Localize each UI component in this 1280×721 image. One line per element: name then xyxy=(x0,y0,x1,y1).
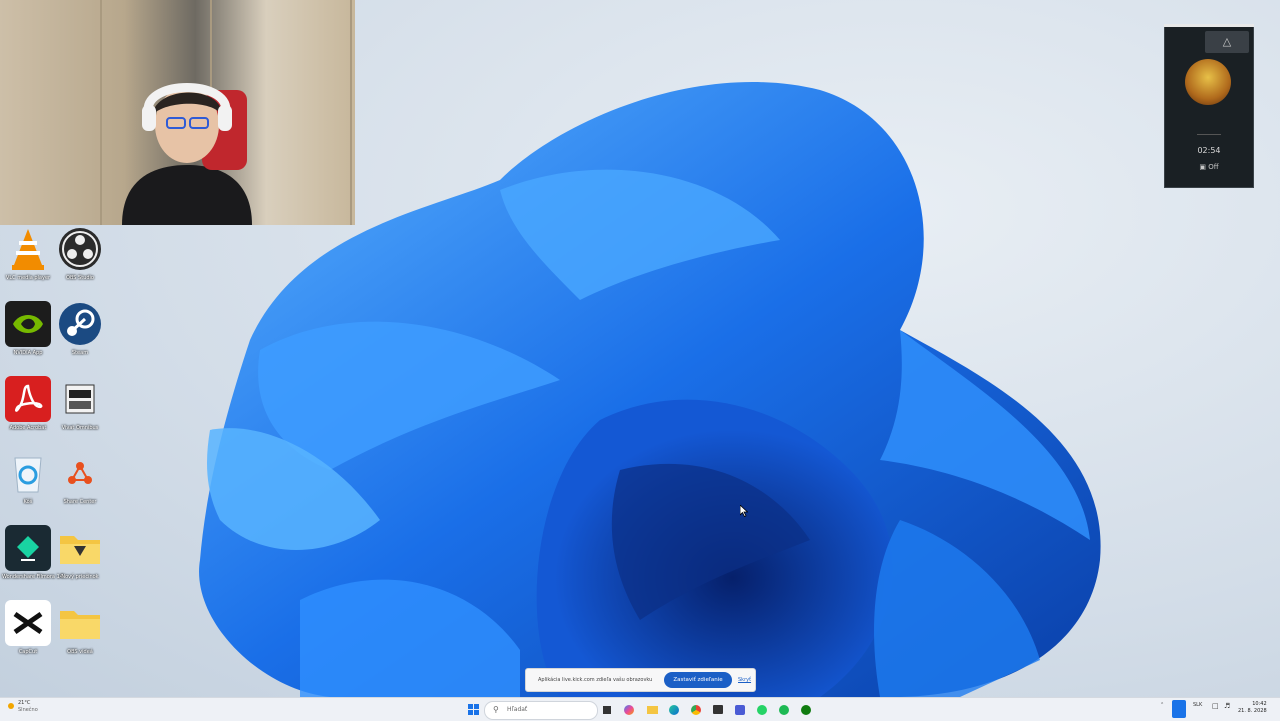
recycle-bin-icon xyxy=(5,450,51,496)
share-icon xyxy=(57,450,103,496)
task-view-icon xyxy=(603,705,611,714)
nvidia-icon xyxy=(5,301,51,347)
vlc-icon xyxy=(5,226,51,272)
folder-icon xyxy=(57,525,103,571)
desktop-icon-label: Adobe Acrobat xyxy=(9,425,47,431)
terminal-icon xyxy=(735,704,745,715)
chevron-up-icon[interactable]: ⌃ xyxy=(1160,702,1164,708)
clock-time: 10:42 xyxy=(1252,701,1267,707)
desktop-icon-label: OBS Studio xyxy=(66,275,94,281)
sun-icon xyxy=(8,703,14,709)
stream-overlay-widget: △ 02:54 ▣ Off xyxy=(1164,24,1254,188)
edge-button[interactable] xyxy=(667,702,681,717)
task-view-button[interactable] xyxy=(600,702,614,717)
desktop-icon-acrobat[interactable]: Adobe Acrobat xyxy=(2,376,54,431)
obs-icon xyxy=(57,226,103,272)
terminal-button[interactable] xyxy=(733,702,747,717)
steam-icon xyxy=(57,301,103,347)
desktop-icon-filmora[interactable]: Wondershare Filmora 14 xyxy=(2,525,63,580)
volume-icon[interactable]: ♬ xyxy=(1224,702,1230,710)
desktop-icon-steam[interactable]: Steam xyxy=(54,301,106,356)
desktop-icon-label: OBS videá xyxy=(67,649,93,655)
desktop-icon-label: Wondershare Filmora 14 xyxy=(2,574,63,580)
overlay-top-bar xyxy=(1164,24,1254,27)
desktop-icon-label: NVIDIA App xyxy=(13,350,43,356)
webcam-background xyxy=(255,0,352,225)
webcam-feed xyxy=(0,0,355,225)
status-icon: ▣ xyxy=(1199,163,1207,171)
overlay-status: ▣ Off xyxy=(1165,163,1253,171)
desktop-icon-label: Nový priečinok xyxy=(61,574,99,580)
desktop-icon-new-folder[interactable]: Nový priečinok xyxy=(54,525,106,580)
desktop-icon-obs-folder[interactable]: OBS videá xyxy=(54,600,106,655)
screen-share-notification: Aplikácia live.kick.com zdieľa vašu obra… xyxy=(525,668,756,692)
weather-temp: 21°C xyxy=(18,700,31,706)
desktop-icon-label: Share Center xyxy=(63,499,97,505)
chrome-button[interactable] xyxy=(689,702,703,717)
start-icon xyxy=(468,704,479,715)
chrome-icon xyxy=(691,704,701,715)
desktop-icon-label: Steam xyxy=(71,350,89,356)
warning-icon[interactable]: △ xyxy=(1205,31,1249,53)
desktop-icon-vivat[interactable]: Vivat Omnibus xyxy=(54,376,106,431)
folder-icon xyxy=(57,600,103,646)
desktop-icon-vlc[interactable]: VLC media player xyxy=(2,226,54,281)
streamer-image xyxy=(122,83,252,225)
acrobat-icon xyxy=(5,376,51,422)
webcam-background xyxy=(10,0,102,225)
overlay-timer: 02:54 xyxy=(1197,146,1221,155)
desktop-icon-obs[interactable]: OBS Studio xyxy=(54,226,106,281)
file-explorer-icon xyxy=(646,705,658,714)
xbox-icon xyxy=(801,704,811,715)
search-icon: ⚲ xyxy=(493,705,499,714)
notification-message: Aplikácia live.kick.com zdieľa vašu obra… xyxy=(538,677,653,683)
copilot-button[interactable] xyxy=(622,702,636,717)
hide-link[interactable]: Skryť xyxy=(738,677,751,683)
language-indicator[interactable]: SLK xyxy=(1193,702,1202,708)
capcut-icon xyxy=(5,600,51,646)
avatar xyxy=(1185,59,1231,105)
desktop-icon-label: Kôš xyxy=(23,499,33,505)
copilot-icon xyxy=(624,704,634,715)
stop-sharing-button[interactable]: Zastaviť zdieľanie xyxy=(664,672,732,688)
filmora-icon xyxy=(5,525,51,571)
mouse-cursor-icon xyxy=(740,505,748,517)
network-icon[interactable]: □ xyxy=(1212,702,1219,710)
desktop-icon-label: Vivat Omnibus xyxy=(61,425,99,431)
weather-widget[interactable]: 21°C Slnečno xyxy=(8,700,38,714)
edge-icon xyxy=(669,704,679,715)
spotify-icon xyxy=(779,704,789,715)
taskbar: 21°C Slnečno ⚲ Hľadať ⌃ SLK □ ♬ 10:42 21… xyxy=(0,697,1280,721)
spotify-button[interactable] xyxy=(777,702,791,717)
start-button[interactable] xyxy=(466,702,481,717)
desktop-icon-nvidia[interactable]: NVIDIA App xyxy=(2,301,54,356)
clock-date: 21. 8. 2028 xyxy=(1238,708,1267,714)
store-button[interactable] xyxy=(711,702,725,717)
whatsapp-icon xyxy=(757,704,767,715)
search-input[interactable]: ⚲ Hľadať xyxy=(484,701,598,720)
weather-desc: Slnečno xyxy=(18,707,38,713)
divider xyxy=(1197,134,1221,135)
overlay-status-text: Off xyxy=(1208,163,1219,171)
whatsapp-button[interactable] xyxy=(755,702,769,717)
vivat-icon xyxy=(57,376,103,422)
search-placeholder: Hľadať xyxy=(507,706,528,713)
desktop-icon-label: VLC media player xyxy=(5,275,51,281)
tray-app-icon[interactable] xyxy=(1172,700,1186,718)
desktop-icon-share[interactable]: Share Center xyxy=(54,450,106,505)
xbox-button[interactable] xyxy=(799,702,813,717)
desktop-icon-recycle-bin[interactable]: Kôš xyxy=(2,450,54,505)
file-explorer-button[interactable] xyxy=(645,702,659,717)
desktop-icon-capcut[interactable]: CapCut xyxy=(2,600,54,655)
system-clock[interactable]: 10:42 21. 8. 2028 xyxy=(1238,701,1267,715)
store-icon xyxy=(713,705,723,714)
desktop-icon-label: CapCut xyxy=(18,649,38,655)
